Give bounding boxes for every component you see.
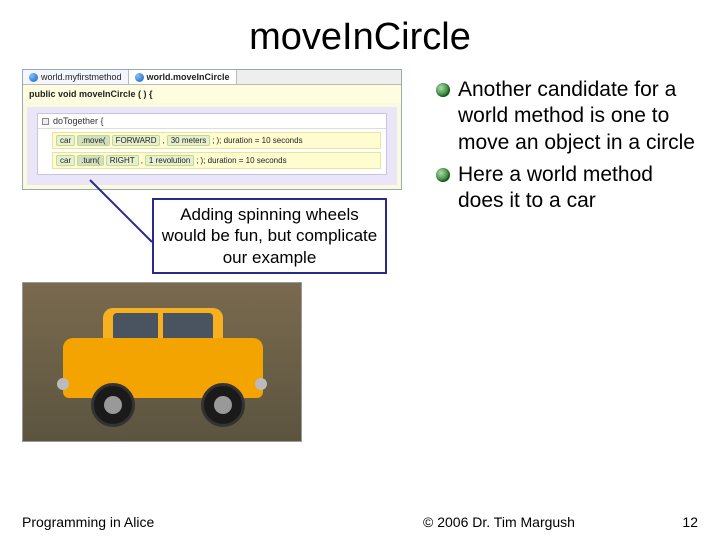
tab-moveincircle: world.moveInCircle — [129, 70, 237, 84]
footer-center: © 2006 Dr. Tim Margush — [340, 514, 658, 530]
footer-right: 12 — [658, 514, 698, 530]
do-together-block: doTogether { car .move( FORWARD , 30 met… — [37, 113, 387, 175]
code-row-turn: car .turn( RIGHT , 1 revolution ; ); dur… — [52, 152, 381, 169]
bullet-text: Here a world method does it to a car — [458, 162, 696, 215]
method-signature: public void moveInCircle ( ) { — [23, 85, 401, 103]
car-illustration — [22, 282, 302, 442]
bullet-icon — [436, 83, 450, 97]
editor-tabs: world.myfirstmethod world.moveInCircle — [23, 70, 401, 85]
callout-box: Adding spinning wheels would be fun, but… — [152, 198, 387, 274]
slide-title: moveInCircle — [0, 0, 720, 69]
bullet-1: Another candidate for a world method is … — [436, 77, 696, 156]
slide-footer: Programming in Alice © 2006 Dr. Tim Marg… — [0, 514, 720, 530]
do-together-header: doTogether { — [38, 114, 386, 129]
footer-left: Programming in Alice — [22, 514, 340, 530]
bullet-2: Here a world method does it to a car — [436, 162, 696, 215]
wheel-rear-icon — [201, 383, 245, 427]
right-column: Another candidate for a world method is … — [436, 69, 696, 442]
callout-text: Adding spinning wheels would be fun, but… — [162, 205, 377, 267]
tab-label: world.moveInCircle — [147, 72, 230, 82]
alice-editor: world.myfirstmethod world.moveInCircle p… — [22, 69, 402, 190]
world-icon — [135, 73, 144, 82]
bullet-icon — [436, 168, 450, 182]
world-icon — [29, 73, 38, 82]
bullet-text: Another candidate for a world method is … — [458, 77, 696, 156]
tab-myfirstmethod: world.myfirstmethod — [23, 70, 129, 84]
content-area: world.myfirstmethod world.moveInCircle p… — [0, 69, 720, 442]
wheel-front-icon — [91, 383, 135, 427]
code-row-move: car .move( FORWARD , 30 meters ; ); dura… — [52, 132, 381, 149]
tab-label: world.myfirstmethod — [41, 72, 122, 82]
left-column: world.myfirstmethod world.moveInCircle p… — [22, 69, 422, 442]
